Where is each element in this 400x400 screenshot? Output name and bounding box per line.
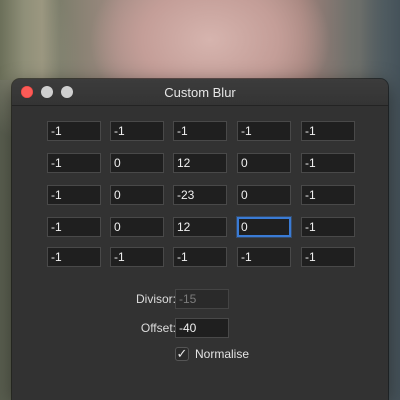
matrix-cell-r5-c2[interactable]: -1 [110,247,164,267]
window-title: Custom Blur [164,85,236,100]
offset-label: Offset: [140,321,176,335]
matrix-cell-r4-c5[interactable]: -1 [301,217,355,237]
matrix-cell-r4-c3[interactable]: 12 [173,217,227,237]
matrix-cell-r3-c3[interactable]: -23 [173,185,227,205]
matrix-cell-r3-c2[interactable]: 0 [110,185,164,205]
matrix-cell-r4-c2[interactable]: 0 [110,217,164,237]
matrix-cell-r1-c5[interactable]: -1 [301,121,355,141]
title-bar[interactable]: Custom Blur [12,79,388,106]
matrix-cell-r2-c3[interactable]: 12 [173,153,227,173]
matrix-cell-r2-c4[interactable]: 0 [237,153,291,173]
matrix-cell-r5-c5[interactable]: -1 [301,247,355,267]
background-window-frame [0,0,60,80]
matrix-cell-r2-c1[interactable]: -1 [47,153,101,173]
matrix-cell-r4-c1[interactable]: -1 [47,217,101,237]
matrix-cell-r4-c4[interactable]: 0 [237,217,291,237]
matrix-cell-r2-c2[interactable]: 0 [110,153,164,173]
matrix-cell-r5-c1[interactable]: -1 [47,247,101,267]
matrix-cell-r5-c3[interactable]: -1 [173,247,227,267]
matrix-cell-r5-c4[interactable]: -1 [237,247,291,267]
normalise-checkbox[interactable]: ✓ [175,347,189,361]
matrix-cell-r2-c5[interactable]: -1 [301,153,355,173]
divisor-label: Divisor: [135,292,176,306]
matrix-cell-r1-c2[interactable]: -1 [110,121,164,141]
matrix-cell-r1-c1[interactable]: -1 [47,121,101,141]
matrix-cell-r3-c4[interactable]: 0 [237,185,291,205]
offset-field[interactable]: -40 [175,318,229,338]
matrix-cell-r1-c3[interactable]: -1 [173,121,227,141]
matrix-cell-r3-c5[interactable]: -1 [301,185,355,205]
matrix-cell-r3-c1[interactable]: -1 [47,185,101,205]
matrix-cell-r1-c4[interactable]: -1 [237,121,291,141]
custom-blur-window: Custom Blur -1 -1 -1 -1 -1 -1 0 12 0 -1 -1 0 -23 0 -1-… [12,79,388,400]
divisor-field: -15 [175,289,229,309]
normalise-label[interactable]: Normalise [195,347,249,361]
